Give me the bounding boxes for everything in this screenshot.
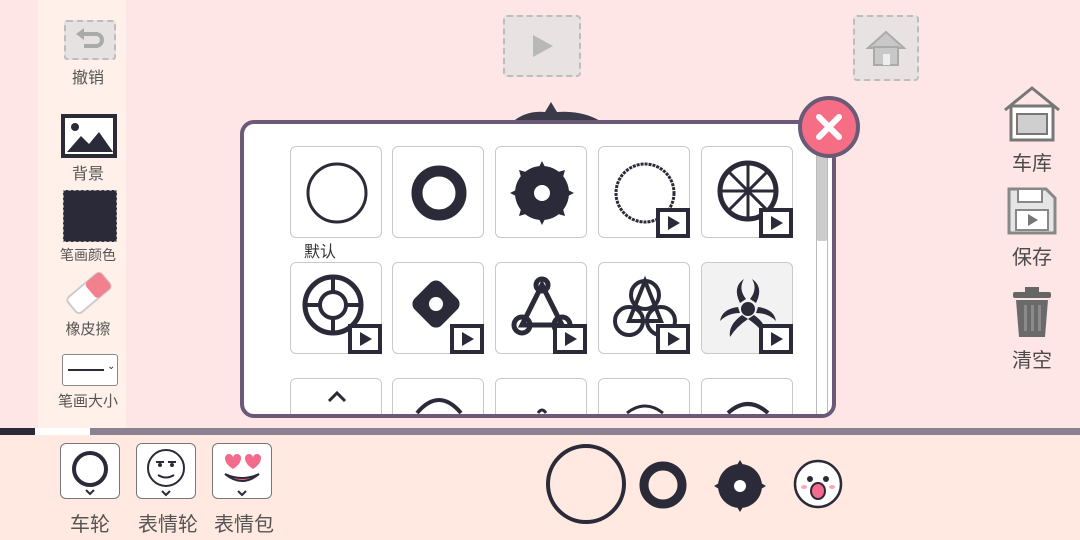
wheel-item-triple-ring[interactable] <box>598 262 690 354</box>
undo-box <box>64 20 116 60</box>
peak-wheel-icon <box>327 390 347 403</box>
background-label: 背景 <box>71 164 104 183</box>
wheel-item-round-thick[interactable] <box>392 146 484 238</box>
shallow-arch-icon <box>626 404 664 414</box>
recent-wheel-thick[interactable] <box>636 458 690 512</box>
recent-wheel-spiked[interactable] <box>712 458 768 514</box>
stroke-color-label: 笔画颜色 <box>60 248 116 264</box>
thick-wheel-icon <box>411 165 467 221</box>
arch-wheel-icon <box>415 398 463 414</box>
sticker-tab-label: 表情包 <box>214 512 274 536</box>
undo-icon <box>76 28 104 48</box>
wheel-item-thorny-ring[interactable] <box>598 146 690 238</box>
wheel-item-round-thin[interactable] <box>290 146 382 238</box>
progress-track <box>0 428 1080 435</box>
chevron-down-icon: ⌄ <box>107 361 116 372</box>
recent-wheel-round[interactable] <box>543 442 629 526</box>
wheel-item-diamond[interactable] <box>392 262 484 354</box>
emoji-wheel-tab[interactable] <box>136 443 196 499</box>
video-ad-icon <box>553 324 587 354</box>
default-label: 默认 <box>304 242 337 261</box>
spiked-wheel-icon <box>510 161 574 225</box>
recent-smiley-wheel[interactable] <box>792 458 844 510</box>
wheel-item-triangle-knot[interactable] <box>495 262 587 354</box>
stroke-line <box>68 369 104 371</box>
wheel-item-radiation[interactable] <box>701 262 793 354</box>
garage-button[interactable]: 车库 <box>997 84 1067 176</box>
video-ad-icon <box>759 324 793 354</box>
wheel-item-spoked[interactable] <box>701 146 793 238</box>
undo-label: 撤销 <box>71 68 104 87</box>
wheel-item-row3-4[interactable] <box>598 378 690 414</box>
garage-label: 车库 <box>1012 151 1052 175</box>
video-ad-icon <box>656 324 690 354</box>
video-ad-icon <box>450 324 484 354</box>
curve-wheel-icon <box>726 402 770 414</box>
eraser-button[interactable]: 橡皮擦 <box>38 270 138 340</box>
wheel-item-spiked[interactable] <box>495 146 587 238</box>
sticker-tab[interactable] <box>212 443 272 499</box>
color-swatch <box>63 190 117 242</box>
undo-button[interactable]: 撤销 <box>38 20 126 90</box>
save-label: 保存 <box>1012 245 1052 269</box>
dot-wheel-icon <box>536 408 548 414</box>
wheel-item-row3-2[interactable] <box>392 378 484 414</box>
home-icon <box>865 30 907 66</box>
save-button[interactable]: 保存 <box>997 186 1067 270</box>
wheel-tab-icon <box>72 451 108 496</box>
wheel-item-row3-3[interactable] <box>495 378 587 414</box>
trash-icon <box>1013 287 1051 337</box>
stroke-size-button[interactable]: ⌄ 笔画大小 <box>38 354 138 414</box>
wheel-tab[interactable] <box>60 443 120 499</box>
close-button[interactable] <box>798 96 860 158</box>
home-button[interactable] <box>853 15 919 81</box>
clear-label: 清空 <box>1012 348 1052 372</box>
save-icon <box>1007 187 1057 235</box>
wheel-tab-label: 车轮 <box>70 512 110 536</box>
close-icon <box>816 114 842 140</box>
background-button[interactable]: 背景 <box>38 114 138 184</box>
wheel-item-crosshair[interactable] <box>290 262 382 354</box>
eraser-label: 橡皮擦 <box>65 320 111 338</box>
wheel-select-panel: 默认 <box>240 120 836 418</box>
play-icon <box>533 35 553 57</box>
stroke-color-button[interactable]: 笔画颜色 <box>38 190 138 265</box>
video-ad-icon <box>759 208 793 238</box>
left-tools: 撤销 背景 笔画颜色 橡皮擦 ⌄ 笔画大小 <box>38 0 126 430</box>
heart-eyes-icon <box>224 454 261 497</box>
stroke-size-label: 笔画大小 <box>57 392 118 410</box>
progress-start <box>0 428 35 435</box>
meme-face-icon <box>147 449 185 497</box>
round-wheel-icon <box>306 162 368 224</box>
eraser-icon <box>66 271 112 315</box>
panel-scrollbar[interactable] <box>816 144 828 414</box>
garage-icon <box>1004 86 1060 142</box>
scrollbar-thumb[interactable] <box>817 145 827 241</box>
wheel-item-row3-5[interactable] <box>701 378 793 414</box>
progress-marker <box>35 428 90 435</box>
emoji-wheel-tab-label: 表情轮 <box>138 512 198 536</box>
video-ad-icon <box>348 324 382 354</box>
play-button[interactable] <box>503 15 581 77</box>
image-icon <box>61 114 117 158</box>
wheel-item-row3-1[interactable] <box>290 378 382 414</box>
stroke-size-dropdown[interactable]: ⌄ <box>62 354 118 386</box>
video-ad-icon <box>656 208 690 238</box>
clear-button[interactable]: 清空 <box>997 285 1067 373</box>
